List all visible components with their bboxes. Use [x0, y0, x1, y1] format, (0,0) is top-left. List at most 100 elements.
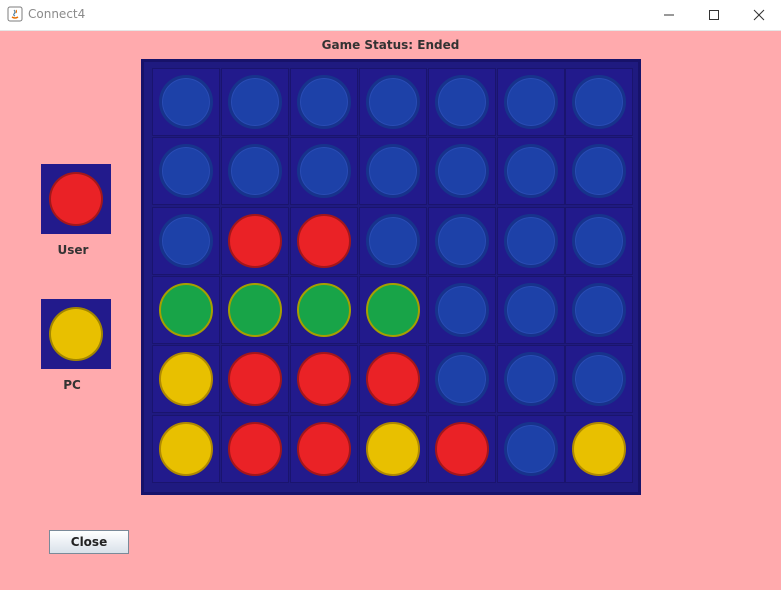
empty-disc [434, 352, 489, 407]
red-disc [434, 421, 489, 476]
empty-disc [503, 75, 558, 129]
empty-disc [503, 421, 558, 476]
close-icon [753, 9, 765, 21]
empty-disc [365, 75, 420, 129]
red-disc [227, 421, 282, 476]
game-status: Game Status: Ended [321, 38, 460, 52]
user-label: User [57, 243, 89, 257]
board-cell-r0-c5[interactable] [496, 68, 565, 136]
board-cell-r0-c1[interactable] [220, 68, 289, 136]
window-close-button[interactable] [736, 0, 781, 30]
board-cell-r0-c6[interactable] [565, 68, 634, 136]
board-cell-r5-c5[interactable] [496, 414, 565, 483]
board-cell-r0-c2[interactable] [289, 68, 358, 136]
board-cell-r4-c5[interactable] [496, 345, 565, 414]
empty-disc [434, 282, 489, 337]
empty-disc [296, 144, 351, 199]
board-cell-r2-c4[interactable] [427, 206, 496, 275]
board-cell-r4-c4[interactable] [427, 345, 496, 414]
board-cell-r5-c4[interactable] [427, 414, 496, 483]
yellow-disc [365, 421, 420, 476]
board-cell-r1-c2[interactable] [289, 137, 358, 206]
board-cell-r4-c2[interactable] [289, 345, 358, 414]
yellow-disc [572, 421, 627, 476]
game-panel: Game Status: Ended User PC Close [0, 31, 781, 590]
board-cell-r2-c2[interactable] [289, 206, 358, 275]
board-cell-r3-c0[interactable] [152, 275, 220, 344]
green-disc [227, 282, 282, 337]
minimize-icon [664, 14, 674, 16]
green-disc [296, 282, 351, 337]
board-cell-r2-c1[interactable] [220, 206, 289, 275]
board-cell-r2-c3[interactable] [358, 206, 427, 275]
board-cell-r4-c1[interactable] [220, 345, 289, 414]
user-color-swatch [41, 164, 111, 234]
empty-disc [503, 213, 558, 268]
board-cell-r3-c6[interactable] [565, 275, 634, 344]
red-disc [227, 213, 282, 268]
board-cell-r1-c5[interactable] [496, 137, 565, 206]
empty-disc [296, 75, 351, 129]
board-cell-r3-c1[interactable] [220, 275, 289, 344]
board-cell-r5-c6[interactable] [565, 414, 634, 483]
empty-disc [434, 213, 489, 268]
board-cell-r5-c1[interactable] [220, 414, 289, 483]
empty-disc [572, 144, 627, 199]
board-cell-r4-c6[interactable] [565, 345, 634, 414]
board-cell-r3-c2[interactable] [289, 275, 358, 344]
game-board[interactable] [141, 59, 641, 495]
yellow-disc [159, 352, 213, 407]
empty-disc [503, 144, 558, 199]
red-disc [296, 352, 351, 407]
empty-disc [572, 352, 627, 407]
green-disc [365, 282, 420, 337]
empty-disc [227, 75, 282, 129]
board-cell-r1-c3[interactable] [358, 137, 427, 206]
java-app-icon [7, 6, 23, 22]
board-cell-r0-c0[interactable] [152, 68, 220, 136]
empty-disc [159, 75, 213, 129]
empty-disc [503, 282, 558, 337]
red-disc [365, 352, 420, 407]
close-button[interactable]: Close [49, 530, 129, 554]
board-cell-r0-c4[interactable] [427, 68, 496, 136]
empty-disc [365, 213, 420, 268]
maximize-icon [709, 10, 719, 20]
red-disc [296, 213, 351, 268]
empty-disc [434, 75, 489, 129]
board-cell-r3-c3[interactable] [358, 275, 427, 344]
board-cell-r1-c1[interactable] [220, 137, 289, 206]
board-cell-r3-c5[interactable] [496, 275, 565, 344]
board-cell-r4-c0[interactable] [152, 345, 220, 414]
board-cell-r5-c2[interactable] [289, 414, 358, 483]
board-cell-r1-c0[interactable] [152, 137, 220, 206]
pc-label: PC [63, 378, 81, 392]
empty-disc [365, 144, 420, 199]
empty-disc [227, 144, 282, 199]
title-bar: Connect4 [0, 0, 781, 31]
board-cell-r3-c4[interactable] [427, 275, 496, 344]
board-cell-r1-c4[interactable] [427, 137, 496, 206]
green-disc [159, 282, 213, 337]
board-cell-r2-c0[interactable] [152, 206, 220, 275]
empty-disc [572, 75, 627, 129]
user-disc [49, 172, 103, 226]
yellow-disc [159, 421, 213, 476]
board-cell-r5-c3[interactable] [358, 414, 427, 483]
empty-disc [434, 144, 489, 199]
board-cell-r2-c5[interactable] [496, 206, 565, 275]
empty-disc [503, 352, 558, 407]
maximize-button[interactable] [691, 0, 737, 30]
window-title: Connect4 [28, 7, 86, 21]
board-cell-r4-c3[interactable] [358, 345, 427, 414]
board-cell-r5-c0[interactable] [152, 414, 220, 483]
red-disc [296, 421, 351, 476]
pc-color-swatch [41, 299, 111, 369]
board-cell-r2-c6[interactable] [565, 206, 634, 275]
empty-disc [159, 144, 213, 199]
empty-disc [159, 213, 213, 268]
board-cell-r1-c6[interactable] [565, 137, 634, 206]
pc-disc [49, 307, 103, 361]
board-cell-r0-c3[interactable] [358, 68, 427, 136]
minimize-button[interactable] [646, 0, 692, 30]
